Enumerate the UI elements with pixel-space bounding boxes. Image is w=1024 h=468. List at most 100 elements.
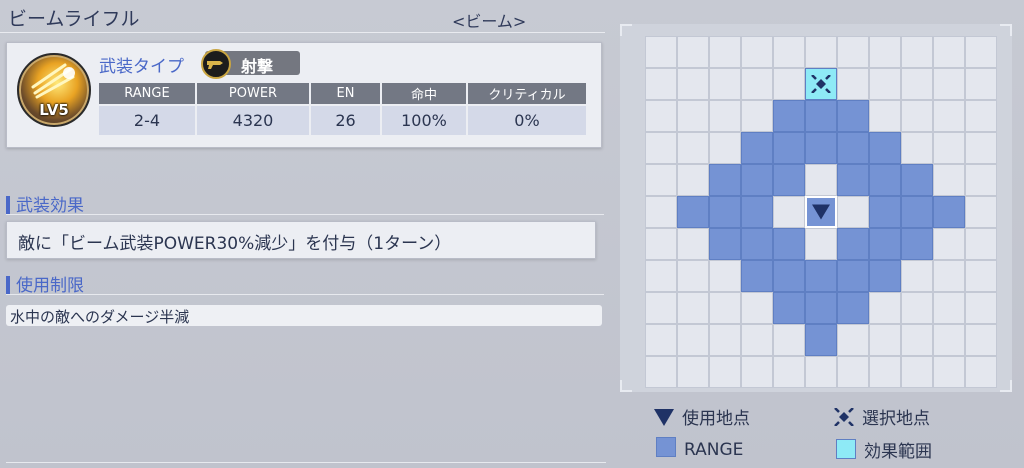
range-cell[interactable]	[805, 260, 837, 292]
range-cell[interactable]	[773, 132, 805, 164]
grid-cell[interactable]	[837, 196, 869, 228]
grid-cell[interactable]	[837, 356, 869, 388]
grid-cell[interactable]	[645, 292, 677, 324]
range-cell[interactable]	[837, 228, 869, 260]
range-cell[interactable]	[869, 164, 901, 196]
grid-cell[interactable]	[901, 292, 933, 324]
range-cell[interactable]	[773, 260, 805, 292]
grid-cell[interactable]	[869, 324, 901, 356]
range-grid[interactable]	[645, 36, 997, 388]
grid-cell[interactable]	[677, 164, 709, 196]
grid-cell[interactable]	[709, 260, 741, 292]
grid-cell[interactable]	[965, 292, 997, 324]
grid-cell[interactable]	[965, 196, 997, 228]
range-cell[interactable]	[805, 324, 837, 356]
range-cell[interactable]	[933, 196, 965, 228]
grid-cell[interactable]	[645, 228, 677, 260]
grid-cell[interactable]	[965, 132, 997, 164]
grid-cell[interactable]	[677, 356, 709, 388]
select-point-cell[interactable]	[805, 68, 837, 100]
grid-cell[interactable]	[709, 324, 741, 356]
range-cell[interactable]	[741, 132, 773, 164]
grid-cell[interactable]	[645, 100, 677, 132]
grid-cell[interactable]	[901, 132, 933, 164]
range-cell[interactable]	[837, 164, 869, 196]
grid-cell[interactable]	[645, 164, 677, 196]
range-cell[interactable]	[773, 228, 805, 260]
grid-cell[interactable]	[709, 36, 741, 68]
grid-cell[interactable]	[677, 324, 709, 356]
range-cell[interactable]	[901, 196, 933, 228]
grid-cell[interactable]	[805, 228, 837, 260]
grid-cell[interactable]	[677, 228, 709, 260]
grid-cell[interactable]	[965, 324, 997, 356]
range-cell[interactable]	[773, 292, 805, 324]
grid-cell[interactable]	[933, 164, 965, 196]
range-cell[interactable]	[837, 100, 869, 132]
grid-cell[interactable]	[709, 100, 741, 132]
grid-cell[interactable]	[933, 292, 965, 324]
grid-cell[interactable]	[933, 36, 965, 68]
range-cell[interactable]	[869, 228, 901, 260]
grid-cell[interactable]	[645, 68, 677, 100]
range-cell[interactable]	[837, 292, 869, 324]
grid-cell[interactable]	[677, 132, 709, 164]
range-cell[interactable]	[677, 196, 709, 228]
grid-cell[interactable]	[869, 292, 901, 324]
range-cell[interactable]	[805, 100, 837, 132]
range-cell[interactable]	[741, 260, 773, 292]
grid-cell[interactable]	[901, 68, 933, 100]
grid-cell[interactable]	[965, 36, 997, 68]
grid-cell[interactable]	[965, 356, 997, 388]
grid-cell[interactable]	[933, 100, 965, 132]
grid-cell[interactable]	[805, 164, 837, 196]
grid-cell[interactable]	[709, 68, 741, 100]
range-cell[interactable]	[773, 100, 805, 132]
range-cell[interactable]	[709, 196, 741, 228]
grid-cell[interactable]	[965, 68, 997, 100]
grid-cell[interactable]	[677, 36, 709, 68]
grid-cell[interactable]	[933, 324, 965, 356]
use-point-cell[interactable]	[805, 196, 837, 228]
grid-cell[interactable]	[869, 100, 901, 132]
grid-cell[interactable]	[645, 260, 677, 292]
grid-cell[interactable]	[677, 100, 709, 132]
grid-cell[interactable]	[837, 324, 869, 356]
range-cell[interactable]	[805, 132, 837, 164]
grid-cell[interactable]	[805, 36, 837, 68]
grid-cell[interactable]	[709, 132, 741, 164]
range-cell[interactable]	[805, 292, 837, 324]
grid-cell[interactable]	[773, 324, 805, 356]
grid-cell[interactable]	[901, 260, 933, 292]
grid-cell[interactable]	[837, 36, 869, 68]
grid-cell[interactable]	[965, 164, 997, 196]
grid-cell[interactable]	[933, 132, 965, 164]
grid-cell[interactable]	[677, 292, 709, 324]
grid-cell[interactable]	[965, 100, 997, 132]
grid-cell[interactable]	[709, 292, 741, 324]
range-cell[interactable]	[741, 196, 773, 228]
grid-cell[interactable]	[837, 68, 869, 100]
grid-cell[interactable]	[901, 36, 933, 68]
grid-cell[interactable]	[645, 356, 677, 388]
range-cell[interactable]	[741, 228, 773, 260]
range-cell[interactable]	[901, 164, 933, 196]
grid-cell[interactable]	[677, 260, 709, 292]
grid-cell[interactable]	[901, 356, 933, 388]
range-cell[interactable]	[709, 228, 741, 260]
grid-cell[interactable]	[645, 196, 677, 228]
grid-cell[interactable]	[645, 324, 677, 356]
grid-cell[interactable]	[773, 68, 805, 100]
grid-cell[interactable]	[741, 68, 773, 100]
grid-cell[interactable]	[933, 356, 965, 388]
grid-cell[interactable]	[741, 100, 773, 132]
grid-cell[interactable]	[741, 324, 773, 356]
grid-cell[interactable]	[933, 260, 965, 292]
grid-cell[interactable]	[741, 356, 773, 388]
range-cell[interactable]	[869, 260, 901, 292]
grid-cell[interactable]	[741, 292, 773, 324]
range-cell[interactable]	[837, 132, 869, 164]
grid-cell[interactable]	[933, 228, 965, 260]
range-cell[interactable]	[869, 132, 901, 164]
range-cell[interactable]	[709, 164, 741, 196]
